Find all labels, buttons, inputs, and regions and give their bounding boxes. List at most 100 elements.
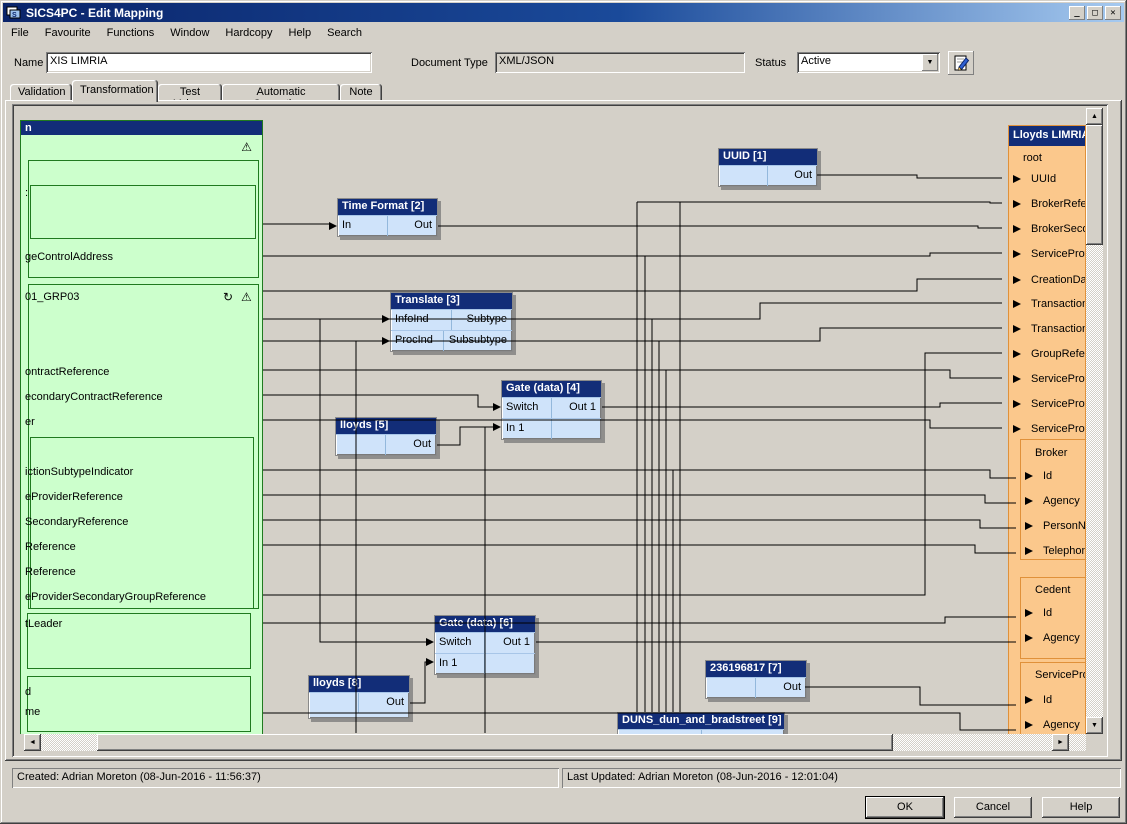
menu-search[interactable]: Search bbox=[319, 25, 370, 41]
source-field[interactable]: geControlAddress bbox=[25, 251, 113, 263]
port-out[interactable]: Out bbox=[756, 678, 806, 698]
scroll-left-icon[interactable]: ◄ bbox=[24, 734, 41, 751]
port-in[interactable]: In 1 bbox=[502, 419, 552, 439]
source-panel[interactable]: n ⚠ ↻ ⚠ : geControlAddress 01_GRP03 ontr… bbox=[20, 120, 263, 734]
menu-window[interactable]: Window bbox=[162, 25, 217, 41]
target-field[interactable]: root bbox=[1009, 152, 1086, 164]
node-lloyds-8[interactable]: lloyds [8] Out bbox=[308, 675, 410, 719]
menu-functions[interactable]: Functions bbox=[99, 25, 163, 41]
node-gate-data-4[interactable]: Gate (data) [4] SwitchOut 1 In 1 bbox=[501, 380, 602, 440]
port-out[interactable]: Subsubtype bbox=[444, 331, 512, 351]
target-field[interactable]: ServiceProvid bbox=[1009, 373, 1086, 385]
source-field[interactable]: SecondaryReference bbox=[25, 516, 128, 528]
source-field[interactable]: Reference bbox=[25, 566, 76, 578]
menu-help[interactable]: Help bbox=[281, 25, 320, 41]
port-out[interactable] bbox=[485, 654, 535, 674]
canvas-hscrollbar[interactable]: ◄ ► bbox=[24, 734, 1086, 751]
vscroll-thumb[interactable] bbox=[1086, 125, 1103, 245]
mapping-canvas[interactable]: n ⚠ ↻ ⚠ : geControlAddress 01_GRP03 ontr… bbox=[16, 108, 1086, 734]
port-in[interactable]: Switch bbox=[502, 398, 552, 418]
port-in[interactable]: In bbox=[338, 216, 388, 236]
hscroll-thumb[interactable] bbox=[97, 734, 893, 751]
port-in[interactable]: ProcInd bbox=[391, 331, 444, 351]
source-field[interactable]: 01_GRP03 bbox=[25, 291, 79, 303]
port-out[interactable] bbox=[552, 419, 601, 439]
source-field[interactable]: eProviderReference bbox=[25, 491, 123, 503]
target-field[interactable]: Telephone bbox=[1021, 545, 1086, 557]
port-in[interactable] bbox=[719, 166, 768, 186]
port-out[interactable]: Subtype bbox=[452, 310, 512, 330]
node-gate-data-6[interactable]: Gate (data) [6] SwitchOut 1 In 1 bbox=[434, 615, 536, 675]
target-field[interactable]: Id bbox=[1021, 607, 1086, 619]
source-field[interactable]: ontractReference bbox=[25, 366, 109, 378]
source-field[interactable]: : bbox=[25, 187, 28, 199]
ok-button[interactable]: OK bbox=[866, 797, 944, 818]
node-translate[interactable]: Translate [3] InfoIndSubtype ProcIndSubs… bbox=[390, 292, 513, 352]
target-field[interactable]: Agency bbox=[1021, 495, 1086, 507]
target-field[interactable]: BrokerRefere bbox=[1009, 198, 1086, 210]
target-field[interactable]: TransactionS bbox=[1009, 298, 1086, 310]
target-field[interactable]: Agency bbox=[1021, 632, 1086, 644]
minimize-button[interactable]: _ bbox=[1069, 6, 1085, 20]
target-field[interactable]: ServiceProvid bbox=[1009, 248, 1086, 260]
port-out[interactable]: Out bbox=[768, 166, 817, 186]
port-in[interactable]: Switch bbox=[435, 633, 485, 653]
target-field[interactable]: GroupRefere bbox=[1009, 348, 1086, 360]
port-out[interactable]: Out 1 bbox=[552, 398, 601, 418]
port-in[interactable] bbox=[309, 693, 359, 713]
canvas-vscrollbar[interactable]: ▲ ▼ bbox=[1086, 108, 1103, 734]
port-out[interactable]: Out 1 bbox=[485, 633, 535, 653]
port-in[interactable]: In 1 bbox=[435, 654, 485, 674]
source-field[interactable]: eProviderSecondaryGroupReference bbox=[25, 591, 206, 603]
scroll-right-icon[interactable]: ► bbox=[1052, 734, 1069, 751]
scroll-up-icon[interactable]: ▲ bbox=[1086, 108, 1103, 125]
target-field[interactable]: ServiceProvid bbox=[1009, 423, 1086, 435]
edit-status-button[interactable] bbox=[948, 51, 974, 75]
menu-file[interactable]: File bbox=[3, 25, 37, 41]
close-button[interactable]: ✕ bbox=[1105, 6, 1121, 20]
port-in[interactable] bbox=[706, 678, 756, 698]
target-field[interactable]: UUId bbox=[1009, 173, 1086, 185]
target-field[interactable]: CreationDate bbox=[1009, 274, 1086, 286]
node-uuid[interactable]: UUID [1] Out bbox=[718, 148, 818, 187]
target-field[interactable]: TransactionS bbox=[1009, 323, 1086, 335]
node-time-format[interactable]: Time Format [2] InOut bbox=[337, 198, 438, 237]
tab-automatic-corrections[interactable]: Automatic Corrections bbox=[222, 84, 340, 101]
node-duns[interactable]: DUNS_dun_and_bradstreet [9] bbox=[617, 712, 785, 734]
target-field[interactable]: Id bbox=[1021, 694, 1086, 706]
port-out[interactable]: Out bbox=[388, 216, 437, 236]
source-field[interactable]: d bbox=[25, 686, 31, 698]
node-lloyds-5[interactable]: lloyds [5] Out bbox=[335, 417, 437, 456]
help-button[interactable]: Help bbox=[1042, 797, 1120, 818]
target-panel[interactable]: Lloyds LIMRIA root UUId BrokerRefere Bro… bbox=[1008, 125, 1086, 734]
source-field[interactable]: tLeader bbox=[25, 618, 62, 630]
target-field[interactable]: Agency bbox=[1021, 719, 1086, 731]
source-field[interactable]: econdaryContractReference bbox=[25, 391, 163, 403]
target-field[interactable]: PersonNam bbox=[1021, 520, 1086, 532]
target-field[interactable]: BrokerSecond bbox=[1009, 223, 1086, 235]
target-field[interactable]: Id bbox=[1021, 470, 1086, 482]
port-out[interactable]: Out bbox=[359, 693, 409, 713]
chevron-down-icon[interactable]: ▼ bbox=[922, 54, 938, 71]
menu-favourite[interactable]: Favourite bbox=[37, 25, 99, 41]
port-in[interactable]: InfoInd bbox=[391, 310, 452, 330]
source-field[interactable]: Reference bbox=[25, 541, 76, 553]
tab-note[interactable]: Note bbox=[340, 84, 382, 101]
cancel-button[interactable]: Cancel bbox=[954, 797, 1032, 818]
tab-test-values[interactable]: Test Values bbox=[158, 84, 222, 101]
port-in[interactable] bbox=[336, 435, 386, 455]
port-out[interactable]: Out bbox=[386, 435, 436, 455]
target-field[interactable]: ServiceProvid bbox=[1009, 398, 1086, 410]
status-dropdown[interactable]: Active ▼ bbox=[797, 52, 940, 73]
name-input[interactable]: XIS LIMRIA bbox=[46, 52, 372, 73]
source-field[interactable]: ictionSubtypeIndicator bbox=[25, 466, 133, 478]
source-field[interactable]: me bbox=[25, 706, 40, 718]
tab-transformation[interactable]: Transformation bbox=[72, 80, 158, 102]
tab-validation[interactable]: Validation bbox=[10, 84, 72, 101]
maximize-button[interactable]: □ bbox=[1087, 6, 1103, 20]
node-236196817[interactable]: 236196817 [7] Out bbox=[705, 660, 807, 699]
target-group-title: Broker bbox=[1021, 447, 1086, 459]
source-field[interactable]: er bbox=[25, 416, 35, 428]
scroll-down-icon[interactable]: ▼ bbox=[1086, 717, 1103, 734]
menu-hardcopy[interactable]: Hardcopy bbox=[217, 25, 280, 41]
